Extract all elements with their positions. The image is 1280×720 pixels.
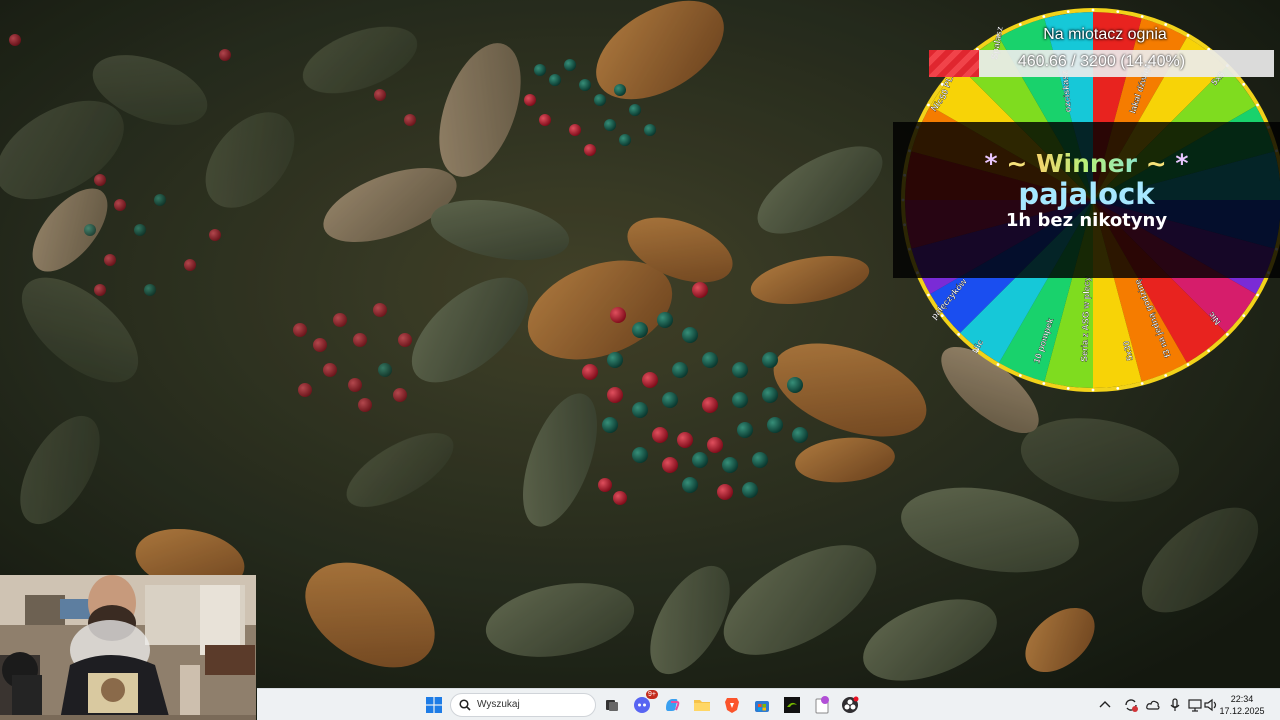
chevron-up-icon[interactable] xyxy=(1097,697,1113,713)
sync-icon[interactable] xyxy=(1123,697,1139,713)
search-placeholder: Wyszukaj xyxy=(477,699,520,710)
notes-button[interactable] xyxy=(810,693,834,717)
winner-heading: * ~ Winner ~ * xyxy=(893,150,1280,178)
wheel-rim-dot xyxy=(1186,363,1190,366)
microphone-icon[interactable] xyxy=(1167,697,1183,713)
obs-icon xyxy=(842,696,859,713)
wheel-rim-dot xyxy=(1066,386,1070,390)
wheel-rim-dot xyxy=(1164,374,1168,377)
wheel-rim-dot xyxy=(1091,8,1095,12)
discord-button[interactable]: 9+ xyxy=(630,690,658,717)
windows-start-icon xyxy=(426,697,442,713)
goal-title: Na miotacz ognia xyxy=(1043,26,1167,43)
clock-time: 22:34 xyxy=(1230,694,1254,704)
wheel-rim-dot xyxy=(1042,15,1046,18)
nvidia-button[interactable] xyxy=(780,693,804,717)
winner-word: Winner xyxy=(1035,149,1138,178)
winner-prize: 1h bez nikotyny xyxy=(1005,210,1168,231)
brave-browser-button[interactable] xyxy=(720,693,744,717)
task-view-button[interactable] xyxy=(600,693,624,717)
microsoft-store-button[interactable] xyxy=(750,693,774,717)
wheel-rim-dot xyxy=(1140,15,1144,18)
notes-icon xyxy=(815,696,829,714)
wheel-rim-dot xyxy=(1242,82,1246,86)
taskbar: Wyszukaj 9+ 22:34 17.12.2025 xyxy=(257,688,1280,720)
obs-button[interactable] xyxy=(838,693,862,717)
search-icon xyxy=(459,699,471,711)
goal-progress-text: 460.66 / 3200 (14.40%) xyxy=(1017,53,1186,70)
goal-progress-bar: 460.66 / 3200 (14.40%) xyxy=(929,50,1274,77)
start-button[interactable] xyxy=(422,693,446,717)
wheel-rim-dot xyxy=(957,332,961,336)
wheel-rim-dot xyxy=(1207,349,1211,353)
wheel-rim-dot xyxy=(1018,23,1022,26)
wheel-rim-dot xyxy=(927,293,930,297)
winner-name: pajalock xyxy=(1018,177,1155,211)
winner-panel: * ~ Winner ~ * pajalock 1h bez nikotyny xyxy=(893,122,1280,278)
system-clock[interactable]: 22:34 17.12.2025 xyxy=(1215,693,1269,717)
wheel-rim-dot xyxy=(1225,332,1229,336)
brave-browser-icon xyxy=(725,698,739,713)
wheel-rim-dot xyxy=(996,363,1000,366)
discord-badge: 9+ xyxy=(646,690,658,699)
wheel-rim-dot xyxy=(1256,293,1259,297)
wheel-rim-dot xyxy=(1242,314,1246,318)
folder-icon xyxy=(694,700,710,711)
microsoft-store-icon xyxy=(755,701,769,712)
wheel-rim-dot xyxy=(1140,382,1144,385)
task-view-icon xyxy=(606,700,618,711)
webcam-feed xyxy=(0,575,256,720)
winner-star-right: * xyxy=(1175,149,1189,178)
file-explorer-button[interactable] xyxy=(690,693,714,717)
winner-tilde-left: ~ xyxy=(1006,149,1028,178)
taskbar-search-box[interactable]: Wyszukaj xyxy=(450,693,596,717)
winner-tilde-right: ~ xyxy=(1145,149,1167,178)
wheel-rim-dot xyxy=(1256,103,1259,107)
nvidia-icon xyxy=(784,697,800,713)
wheel-rim-dot xyxy=(1186,34,1190,37)
wheel-rim-dot xyxy=(1116,386,1120,390)
wheel-rim-dot xyxy=(1116,10,1120,14)
winner-star-left: * xyxy=(984,149,998,178)
copilot-icon xyxy=(666,699,680,711)
network-icon[interactable] xyxy=(1187,697,1203,713)
wheel-rim-dot xyxy=(1042,382,1046,385)
clock-date: 17.12.2025 xyxy=(1219,706,1265,716)
wheel-rim-dot xyxy=(1018,374,1022,377)
wheel-rim-dot xyxy=(1066,10,1070,14)
wheel-rim-dot xyxy=(1091,388,1095,392)
copilot-button[interactable] xyxy=(660,693,684,717)
cloud-icon[interactable] xyxy=(1145,697,1161,713)
